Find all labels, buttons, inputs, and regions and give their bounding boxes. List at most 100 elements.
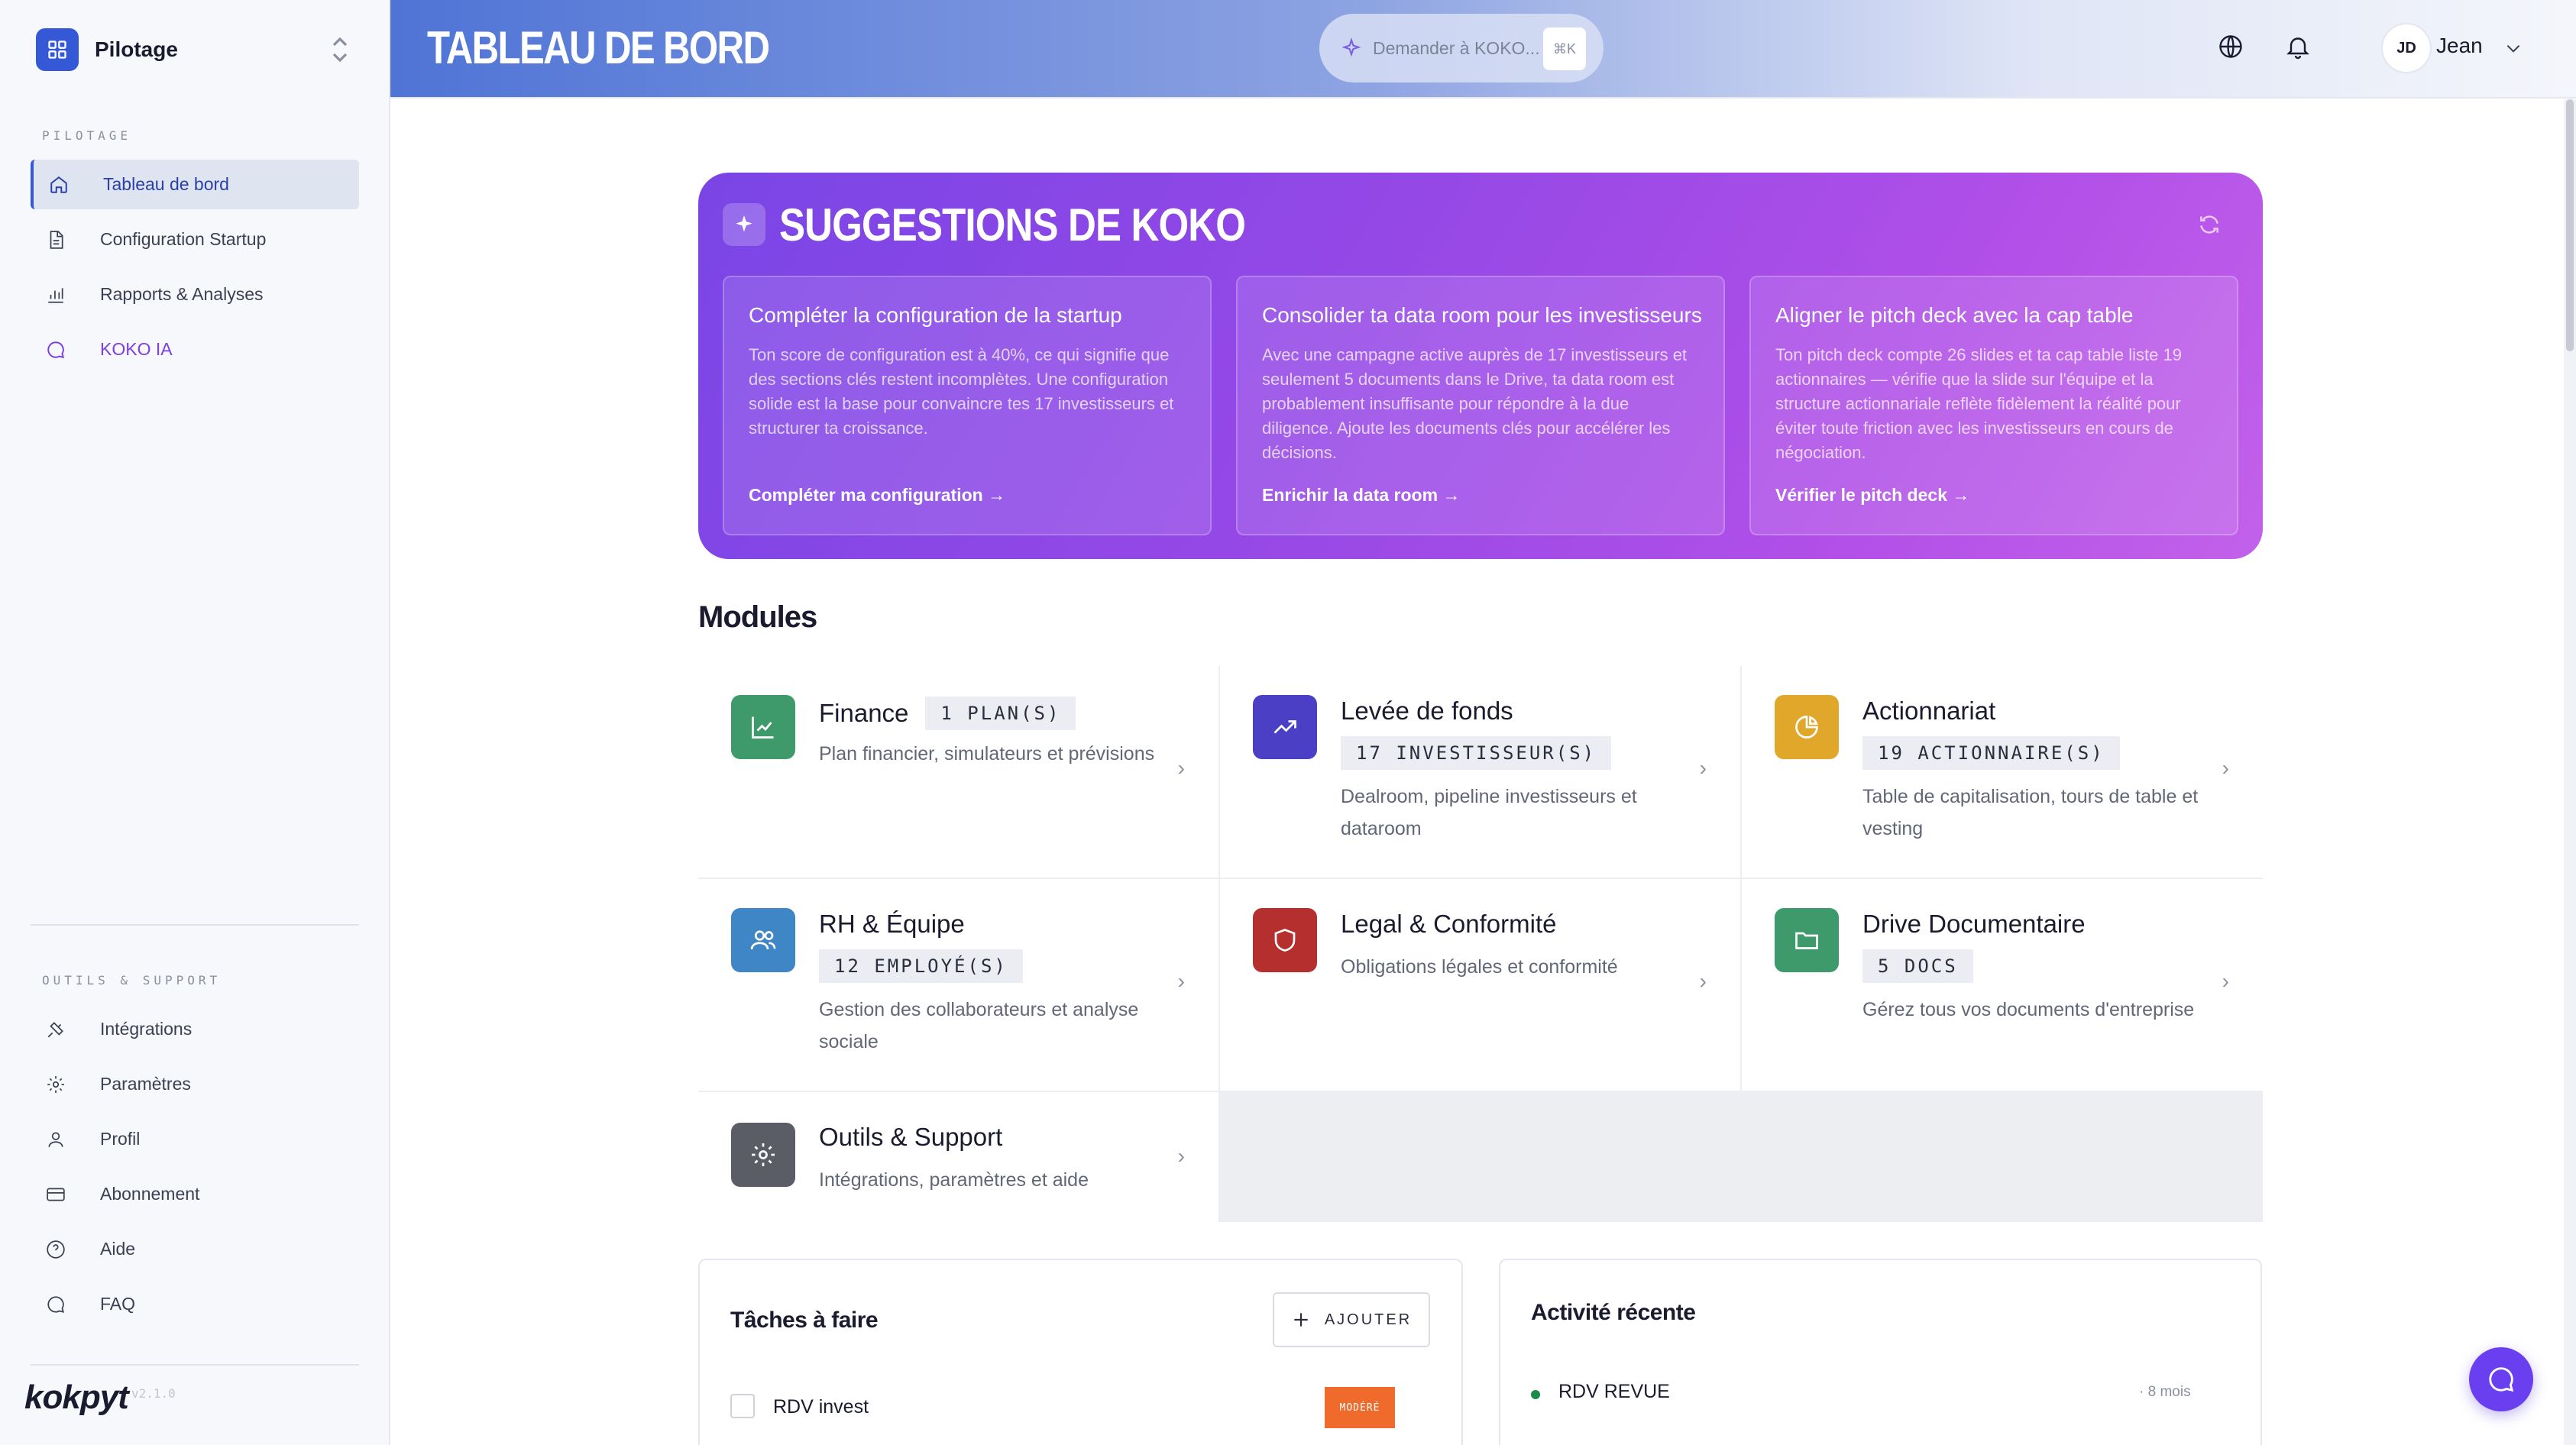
sidebar-item-koko-ia[interactable]: KOKO IA <box>31 325 359 374</box>
module-name: Drive Documentaire <box>1862 910 2086 938</box>
line-chart-icon <box>731 695 795 759</box>
workspace-switcher[interactable]: Pilotage <box>36 28 351 71</box>
add-task-button[interactable]: AJOUTER <box>1273 1292 1430 1347</box>
grid-icon <box>36 28 79 71</box>
top-header: TABLEAU DE BORD Demander à KOKO... ⌘K JD… <box>390 0 2576 99</box>
sidebar-item-rapports[interactable]: Rapports & Analyses <box>31 270 359 319</box>
chat-icon <box>2489 1367 2514 1392</box>
module-desc: Gestion des collaborateurs et analyse so… <box>819 999 1139 1052</box>
section-label-pilotage: PILOTAGE <box>42 128 132 143</box>
module-badge: 1 PLAN(S) <box>925 697 1076 730</box>
module-card-drive[interactable]: Drive Documentaire 5 DOCS Gérez tous vos… <box>1742 879 2263 1091</box>
section-label-outils: OUTILS & SUPPORT <box>42 973 222 988</box>
module-card-levee-de-fonds[interactable]: Levée de fonds 17 INVESTISSEUR(S) Dealro… <box>1220 666 1740 878</box>
bar-chart-icon <box>46 285 66 305</box>
module-badge-wrap: 17 INVESTISSEUR(S) <box>1341 736 1612 770</box>
module-name: Actionnariat <box>1862 697 1996 725</box>
avatar[interactable]: JD <box>2381 23 2432 73</box>
plug-icon <box>46 1020 66 1039</box>
sidebar-divider <box>31 924 359 926</box>
suggestion-desc: Ton score de configuration est à 40%, ce… <box>749 345 1174 438</box>
sidebar-item-label: Profil <box>100 1129 141 1149</box>
keyboard-shortcut: ⌘K <box>1543 27 1586 70</box>
sidebar-item-profil[interactable]: Profil <box>31 1114 359 1164</box>
sidebar-item-configuration[interactable]: Configuration Startup <box>31 215 359 264</box>
bell-icon[interactable] <box>2284 33 2312 60</box>
sidebar-item-label: FAQ <box>100 1294 136 1314</box>
sidebar-item-parametres[interactable]: Paramètres <box>31 1059 359 1109</box>
scrollbar-thumb[interactable] <box>2566 99 2574 351</box>
home-icon <box>49 175 69 195</box>
refresh-icon[interactable] <box>2197 212 2222 237</box>
module-badge: 17 INVESTISSEUR(S) <box>1341 736 1612 770</box>
module-desc: Obligations légales et conformité <box>1341 956 1618 978</box>
module-card-rh-equipe[interactable]: RH & Équipe 12 EMPLOYÉ(S) Gestion des co… <box>698 879 1218 1091</box>
module-name: Finance <box>819 699 909 727</box>
help-icon <box>46 1240 66 1259</box>
module-name: Legal & Conformité <box>1341 910 1557 938</box>
activity-panel: Activité récente RDV REVUE · 8 mois <box>1499 1259 2262 1445</box>
suggestion-title: Consolider ta data room pour les investi… <box>1262 303 1702 327</box>
workspace-name: Pilotage <box>95 37 178 61</box>
suggestion-link[interactable]: Vérifier le pitch deck → <box>1775 485 1969 506</box>
module-desc: Plan financier, simulateurs et prévision… <box>819 743 1155 765</box>
module-desc: Intégrations, paramètres et aide <box>819 1169 1089 1191</box>
pie-chart-icon <box>1775 695 1839 759</box>
sidebar-item-abonnement[interactable]: Abonnement <box>31 1169 359 1219</box>
chevron-right-icon: › <box>1177 1144 1185 1168</box>
activity-time: · 8 mois <box>2139 1384 2191 1400</box>
sidebar-item-tableau-de-bord[interactable]: Tableau de bord <box>31 160 359 209</box>
chat-fab-button[interactable] <box>2469 1347 2533 1411</box>
module-badge-wrap: 5 DOCS <box>1862 949 1973 983</box>
module-card-outils-support[interactable]: Outils & Support Intégrations, paramètre… <box>698 1092 1218 1222</box>
tasks-title: Tâches à faire <box>730 1308 879 1333</box>
app-version: v2.1.0 <box>131 1386 176 1401</box>
task-checkbox[interactable] <box>730 1394 755 1418</box>
suggestion-card: Aligner le pitch deck avec la cap table … <box>1749 276 2238 535</box>
folder-icon <box>1775 908 1839 972</box>
module-desc: Gérez tous vos documents d'entreprise <box>1862 999 2195 1020</box>
suggestion-title: Compléter la configuration de la startup <box>749 303 1122 327</box>
sidebar-item-integrations[interactable]: Intégrations <box>31 1004 359 1054</box>
brand-logo[interactable]: kokpyt <box>24 1379 129 1417</box>
sidebar-item-label: Rapports & Analyses <box>100 284 264 304</box>
tasks-panel: Tâches à faire AJOUTER RDV invest MODÉRÉ <box>698 1259 1463 1445</box>
sparkle-icon <box>723 203 765 246</box>
module-name: RH & Équipe <box>819 910 965 938</box>
module-card-legal[interactable]: Legal & Conformité Obligations légales e… <box>1220 879 1740 1091</box>
suggestion-link[interactable]: Compléter ma configuration → <box>749 485 1005 506</box>
module-card-actionnariat[interactable]: Actionnariat 19 ACTIONNAIRE(S) Table de … <box>1742 666 2263 878</box>
chevron-up-down-icon <box>329 34 351 65</box>
shield-icon <box>1253 908 1317 972</box>
sidebar-item-faq[interactable]: FAQ <box>31 1279 359 1329</box>
user-name[interactable]: Jean <box>2436 34 2483 58</box>
sidebar-item-aide[interactable]: Aide <box>31 1224 359 1274</box>
suggestion-link[interactable]: Enrichir la data room → <box>1262 485 1460 506</box>
chevron-down-icon[interactable] <box>2503 38 2523 58</box>
module-desc: Table de capitalisation, tours de table … <box>1862 786 2199 839</box>
document-icon <box>46 230 66 250</box>
sidebar: Pilotage PILOTAGE Tableau de bord Config… <box>0 0 390 1445</box>
ask-koko-search[interactable]: Demander à KOKO... ⌘K <box>1319 14 1604 82</box>
trending-up-icon <box>1253 695 1317 759</box>
module-badge: 19 ACTIONNAIRE(S) <box>1862 736 2120 770</box>
activity-label[interactable]: RDV REVUE <box>1558 1381 1670 1403</box>
task-priority-badge: MODÉRÉ <box>1325 1387 1395 1428</box>
sidebar-item-label: Aide <box>100 1239 136 1259</box>
ask-koko-label: Demander à KOKO... <box>1373 37 1540 58</box>
chevron-right-icon: › <box>1699 969 1707 993</box>
suggestion-desc: Avec une campagne active auprès de 17 in… <box>1262 345 1688 462</box>
gear-icon <box>46 1075 66 1094</box>
add-task-label: AJOUTER <box>1324 1311 1413 1328</box>
sidebar-divider <box>31 1364 359 1366</box>
module-badge-wrap: 19 ACTIONNAIRE(S) <box>1862 736 2120 770</box>
sidebar-item-label: KOKO IA <box>100 339 173 359</box>
activity-title: Activité récente <box>1531 1300 1696 1325</box>
plus-icon <box>1294 1313 1308 1327</box>
scrollbar[interactable] <box>2564 99 2576 1445</box>
module-card-finance[interactable]: Finance 1 PLAN(S) Plan financier, simula… <box>698 666 1218 878</box>
globe-icon[interactable] <box>2217 33 2244 60</box>
credit-card-icon <box>46 1185 66 1204</box>
koko-suggestions-banner: SUGGESTIONS DE KOKO Compléter la configu… <box>698 173 2263 559</box>
module-badge: 5 DOCS <box>1862 949 1973 983</box>
